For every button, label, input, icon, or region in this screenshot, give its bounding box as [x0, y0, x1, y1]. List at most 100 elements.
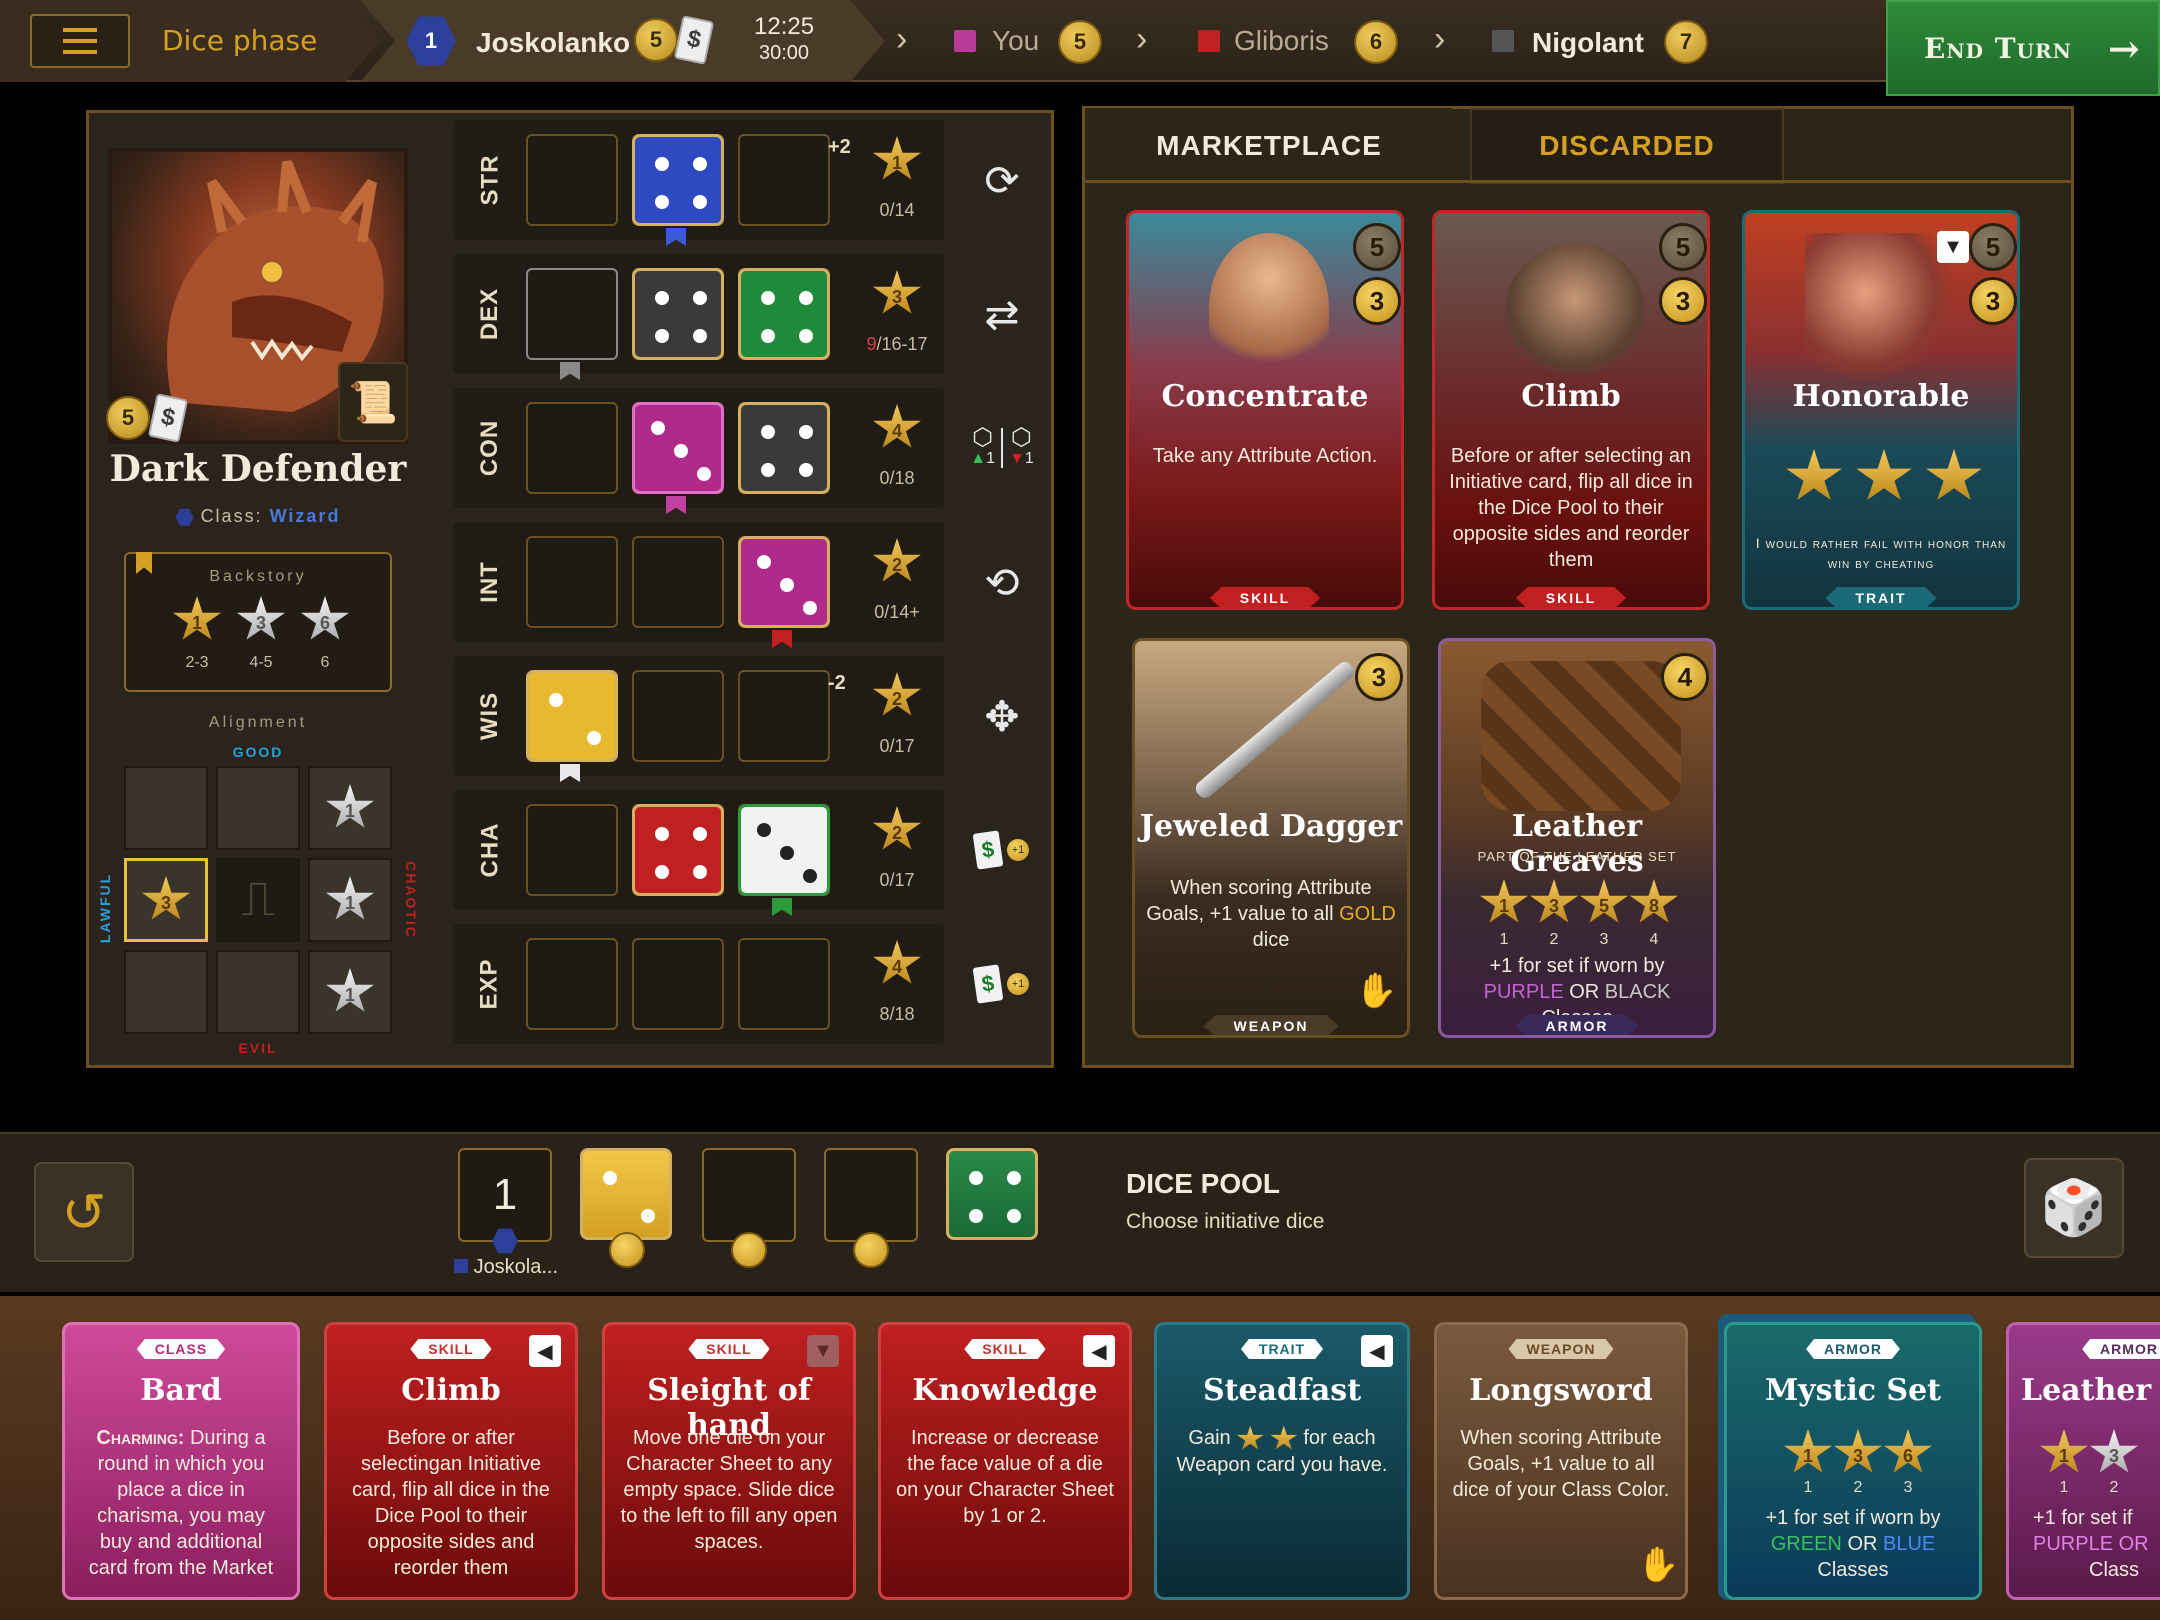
die-pip — [799, 329, 813, 343]
end-turn-button[interactable]: End Turn → — [1886, 0, 2160, 96]
attribute-goal-target: 0/18 — [879, 468, 915, 488]
alignment-star: 3 — [142, 876, 190, 920]
market-card-leather-greaves[interactable]: 4 Leather Greaves PART OF THE LEATHER SE… — [1438, 638, 1716, 1038]
hand-card-bard[interactable]: CLASS Bard Charming: During a round in w… — [62, 1322, 300, 1600]
hand-card-climb[interactable]: SKILL ◀ Climb Before or after selectinga… — [324, 1322, 578, 1600]
dice-slot[interactable] — [738, 134, 830, 226]
alignment-chaotic-label: CHAOTIC — [402, 861, 419, 939]
dice-slot[interactable] — [632, 536, 724, 628]
card-title: Bard — [140, 1373, 222, 1408]
die-pip — [761, 425, 775, 439]
undo-button[interactable]: ↺ — [34, 1162, 134, 1262]
card-text: When scoring Attribute Goals, +1 value t… — [1452, 1427, 1670, 1501]
adjust-dice-icon[interactable]: ⬡ ▲1 ⬡ ▼1 — [962, 408, 1042, 488]
attribute-name: CHA — [454, 790, 526, 910]
hand-card-mystic-set[interactable]: ARMOR Mystic Set 1 3 6 1 2 3 +1 for set … — [1724, 1322, 1982, 1600]
die-three[interactable] — [738, 536, 830, 628]
alignment-cell[interactable] — [216, 950, 300, 1034]
gold-card-icon[interactable]: $ +1 — [962, 944, 1042, 1024]
attribute-label: CHA — [476, 822, 503, 878]
flag-down-icon[interactable]: ▼ — [807, 1335, 839, 1367]
die-pip — [655, 157, 669, 171]
flag-left-icon[interactable]: ◀ — [1361, 1335, 1393, 1367]
card-title: Leather Gr — [2021, 1373, 2160, 1408]
pool-slot[interactable] — [824, 1148, 918, 1242]
backstory-scroll-button[interactable]: 📜 — [338, 362, 408, 442]
dice-slot[interactable] — [738, 670, 830, 762]
die-pip — [587, 731, 601, 745]
alignment-cell[interactable] — [124, 766, 208, 850]
pool-die-yellow-2[interactable] — [580, 1148, 672, 1240]
dice-slot[interactable] — [526, 804, 618, 896]
arrow-right-icon: → — [2107, 25, 2141, 71]
dice-slot[interactable] — [526, 536, 618, 628]
dice-slot[interactable] — [738, 938, 830, 1030]
greaves-icon — [1481, 661, 1681, 811]
attribute-goal-star: 4 — [873, 404, 921, 448]
pool-slot[interactable] — [946, 1148, 1040, 1242]
alignment-cell[interactable]: 1 — [308, 766, 392, 850]
market-card-honorable[interactable]: ▼ 5 3 Honorable I would rather fail with… — [1742, 210, 2020, 610]
tab-marketplace[interactable]: MARKETPLACE — [1086, 108, 1452, 184]
dropdown-flag-icon[interactable]: ▼ — [1937, 231, 1969, 263]
die-pip — [803, 601, 817, 615]
menu-button[interactable] — [30, 14, 130, 68]
pool-slot[interactable] — [580, 1148, 674, 1242]
card-text-black: BLACK — [1604, 981, 1671, 1003]
active-player-name: Joskolanko — [476, 27, 631, 58]
card-text-purple: PURPLE — [1483, 981, 1564, 1003]
dice-slot[interactable] — [632, 938, 724, 1030]
dice-slot[interactable] — [526, 402, 618, 494]
swap-dice-icon[interactable]: ⇄ — [962, 274, 1042, 354]
alignment-cell[interactable] — [216, 766, 300, 850]
reroll-dice-icon[interactable]: ⟳ — [962, 140, 1042, 220]
hand-card-leather-set[interactable]: ARMOR Leather Gr 1 3 1 2 +1 for set if P… — [2006, 1322, 2160, 1600]
tab-discarded[interactable]: DISCARDED — [1470, 108, 1784, 184]
alignment-cell-marker[interactable]: ⎍ — [216, 858, 300, 942]
card-tag: WEAPON — [1204, 1015, 1339, 1037]
attribute-bonus: -2 — [828, 672, 846, 694]
grid-dice-icon[interactable]: ✥ — [962, 676, 1042, 756]
alignment-cell[interactable]: 1 — [308, 858, 392, 942]
market-card-climb[interactable]: 5 3 Climb Before or after selecting an I… — [1432, 210, 1710, 610]
gold-card-icon[interactable]: $ +1 — [962, 810, 1042, 890]
dice-slot[interactable] — [526, 268, 618, 360]
hand-card-steadfast[interactable]: TRAIT ◀ Steadfast Gain for each Weapon c… — [1154, 1322, 1410, 1600]
dice-slot[interactable] — [526, 938, 618, 1030]
alignment-cell[interactable] — [124, 950, 208, 1034]
flag-left-icon[interactable]: ◀ — [1083, 1335, 1115, 1367]
pool-slot[interactable] — [702, 1148, 796, 1242]
die-four[interactable] — [632, 268, 724, 360]
hand-card-knowledge[interactable]: SKILL ◀ Knowledge Increase or decrease t… — [878, 1322, 1132, 1600]
card-tag: SKILL — [964, 1339, 1045, 1359]
dice-slot[interactable] — [526, 134, 618, 226]
hand-card-longsword[interactable]: WEAPON Longsword When scoring Attribute … — [1434, 1322, 1688, 1600]
alignment-cell-selected[interactable]: 3 — [124, 858, 208, 942]
die-two[interactable] — [526, 670, 618, 762]
alignment-evil-label: EVIL — [238, 1040, 278, 1056]
attribute-row-exp: EXP 4 8/18 — [454, 924, 944, 1044]
die-four[interactable] — [632, 134, 724, 226]
die-three[interactable] — [738, 804, 830, 896]
class-name: Wizard — [269, 506, 341, 526]
hand-card-sleight-of-hand[interactable]: SKILL ▼ Sleight of hand Move one die on … — [602, 1322, 856, 1600]
alignment-cell[interactable]: 1 — [308, 950, 392, 1034]
flag-left-icon[interactable]: ◀ — [529, 1335, 561, 1367]
die-four[interactable] — [738, 268, 830, 360]
market-card-jeweled-dagger[interactable]: 3 Jeweled Dagger When scoring Attribute … — [1132, 638, 1410, 1038]
die-four[interactable] — [738, 402, 830, 494]
initiative-slot[interactable]: 1 — [458, 1148, 552, 1242]
set-star: 8 — [1630, 879, 1678, 923]
die-four[interactable] — [632, 804, 724, 896]
dice-bag-button[interactable]: 🎲 — [2024, 1158, 2124, 1258]
market-card-concentrate[interactable]: 5 3 Concentrate Take any Attribute Actio… — [1126, 210, 1404, 610]
die-three[interactable] — [632, 402, 724, 494]
dice-pool-bar — [0, 1132, 2160, 1292]
attribute-goal-target: 8/18 — [879, 1004, 915, 1024]
dice-slot[interactable] — [632, 670, 724, 762]
card-text-b: dice — [1252, 929, 1290, 951]
cycle-dice-icon[interactable]: ⟲ — [962, 542, 1042, 622]
pool-die-green-4[interactable] — [946, 1148, 1038, 1240]
card-text: Before or after selectingan Initiative c… — [352, 1427, 550, 1579]
card-glyph: $ — [972, 964, 1004, 1004]
